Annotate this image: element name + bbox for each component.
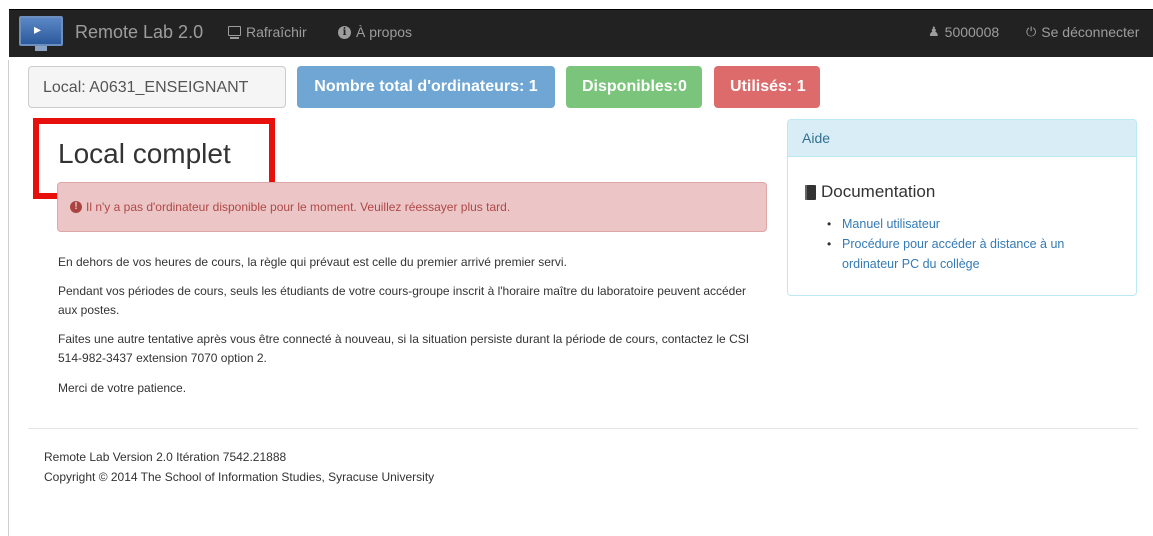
logout-link[interactable]: ⏻ Se déconnecter — [1026, 24, 1139, 40]
user-manual-link[interactable]: Manuel utilisateur — [827, 214, 1117, 234]
documentation-list: Manuel utilisateur Procédure pour accéde… — [827, 214, 1117, 274]
retry-paragraph: Faites une autre tentative après vous êt… — [58, 332, 750, 365]
help-panel-heading: Aide — [788, 120, 1136, 157]
monitor-icon — [228, 26, 241, 39]
thanks-paragraph: Merci de votre patience. — [58, 381, 187, 395]
help-panel: Aide Documentation Manuel utilisateur Pr… — [787, 119, 1137, 296]
user-icon: ♟ — [928, 24, 940, 40]
footer-copyright: Copyright © 2014 The School of Informati… — [44, 470, 435, 484]
app-logo-icon: ▸ — [19, 16, 63, 51]
class-period-paragraph: Pendant vos périodes de cours, seuls les… — [58, 284, 747, 317]
user-id: 5000008 — [944, 24, 1000, 40]
logout-label: Se déconnecter — [1041, 24, 1140, 40]
rule-paragraph: En dehors de vos heures de cours, la règ… — [58, 255, 567, 269]
total-computers-label: Nombre total d'ordinateurs: 1 — [297, 66, 555, 108]
top-navbar: ▸ Remote Lab 2.0 Rafraîchir i À propos ♟… — [9, 9, 1153, 57]
remote-access-procedure-link[interactable]: Procédure pour accéder à distance à un o… — [827, 234, 1117, 274]
brand-title: Remote Lab 2.0 — [75, 21, 204, 42]
documentation-title: Documentation — [805, 182, 935, 202]
footer-divider — [28, 428, 1138, 429]
window-frame-line — [8, 60, 9, 536]
book-icon — [805, 184, 816, 200]
exclamation-icon: ! — [70, 201, 82, 213]
available-label: Disponibles:0 — [566, 66, 702, 108]
power-icon: ⏻ — [1026, 24, 1037, 40]
footer-version: Remote Lab Version 2.0 Itération 7542.21… — [44, 450, 287, 464]
refresh-label: Rafraîchir — [246, 24, 307, 40]
user-link[interactable]: ♟ 5000008 — [928, 24, 999, 40]
brand[interactable]: ▸ Remote Lab 2.0 — [19, 16, 204, 51]
info-icon: i — [338, 25, 351, 39]
local-label: Local: A0631_ENSEIGNANT — [28, 66, 286, 108]
alert-message: Il n'y a pas d'ordinateur disponible pou… — [86, 200, 511, 214]
refresh-link[interactable]: Rafraîchir — [228, 24, 307, 40]
alert-danger: ! Il n'y a pas d'ordinateur disponible p… — [57, 182, 767, 232]
about-link[interactable]: i À propos — [338, 24, 412, 40]
about-label: À propos — [356, 24, 413, 40]
documentation-label: Documentation — [821, 182, 936, 201]
used-label: Utilisés: 1 — [714, 66, 820, 108]
